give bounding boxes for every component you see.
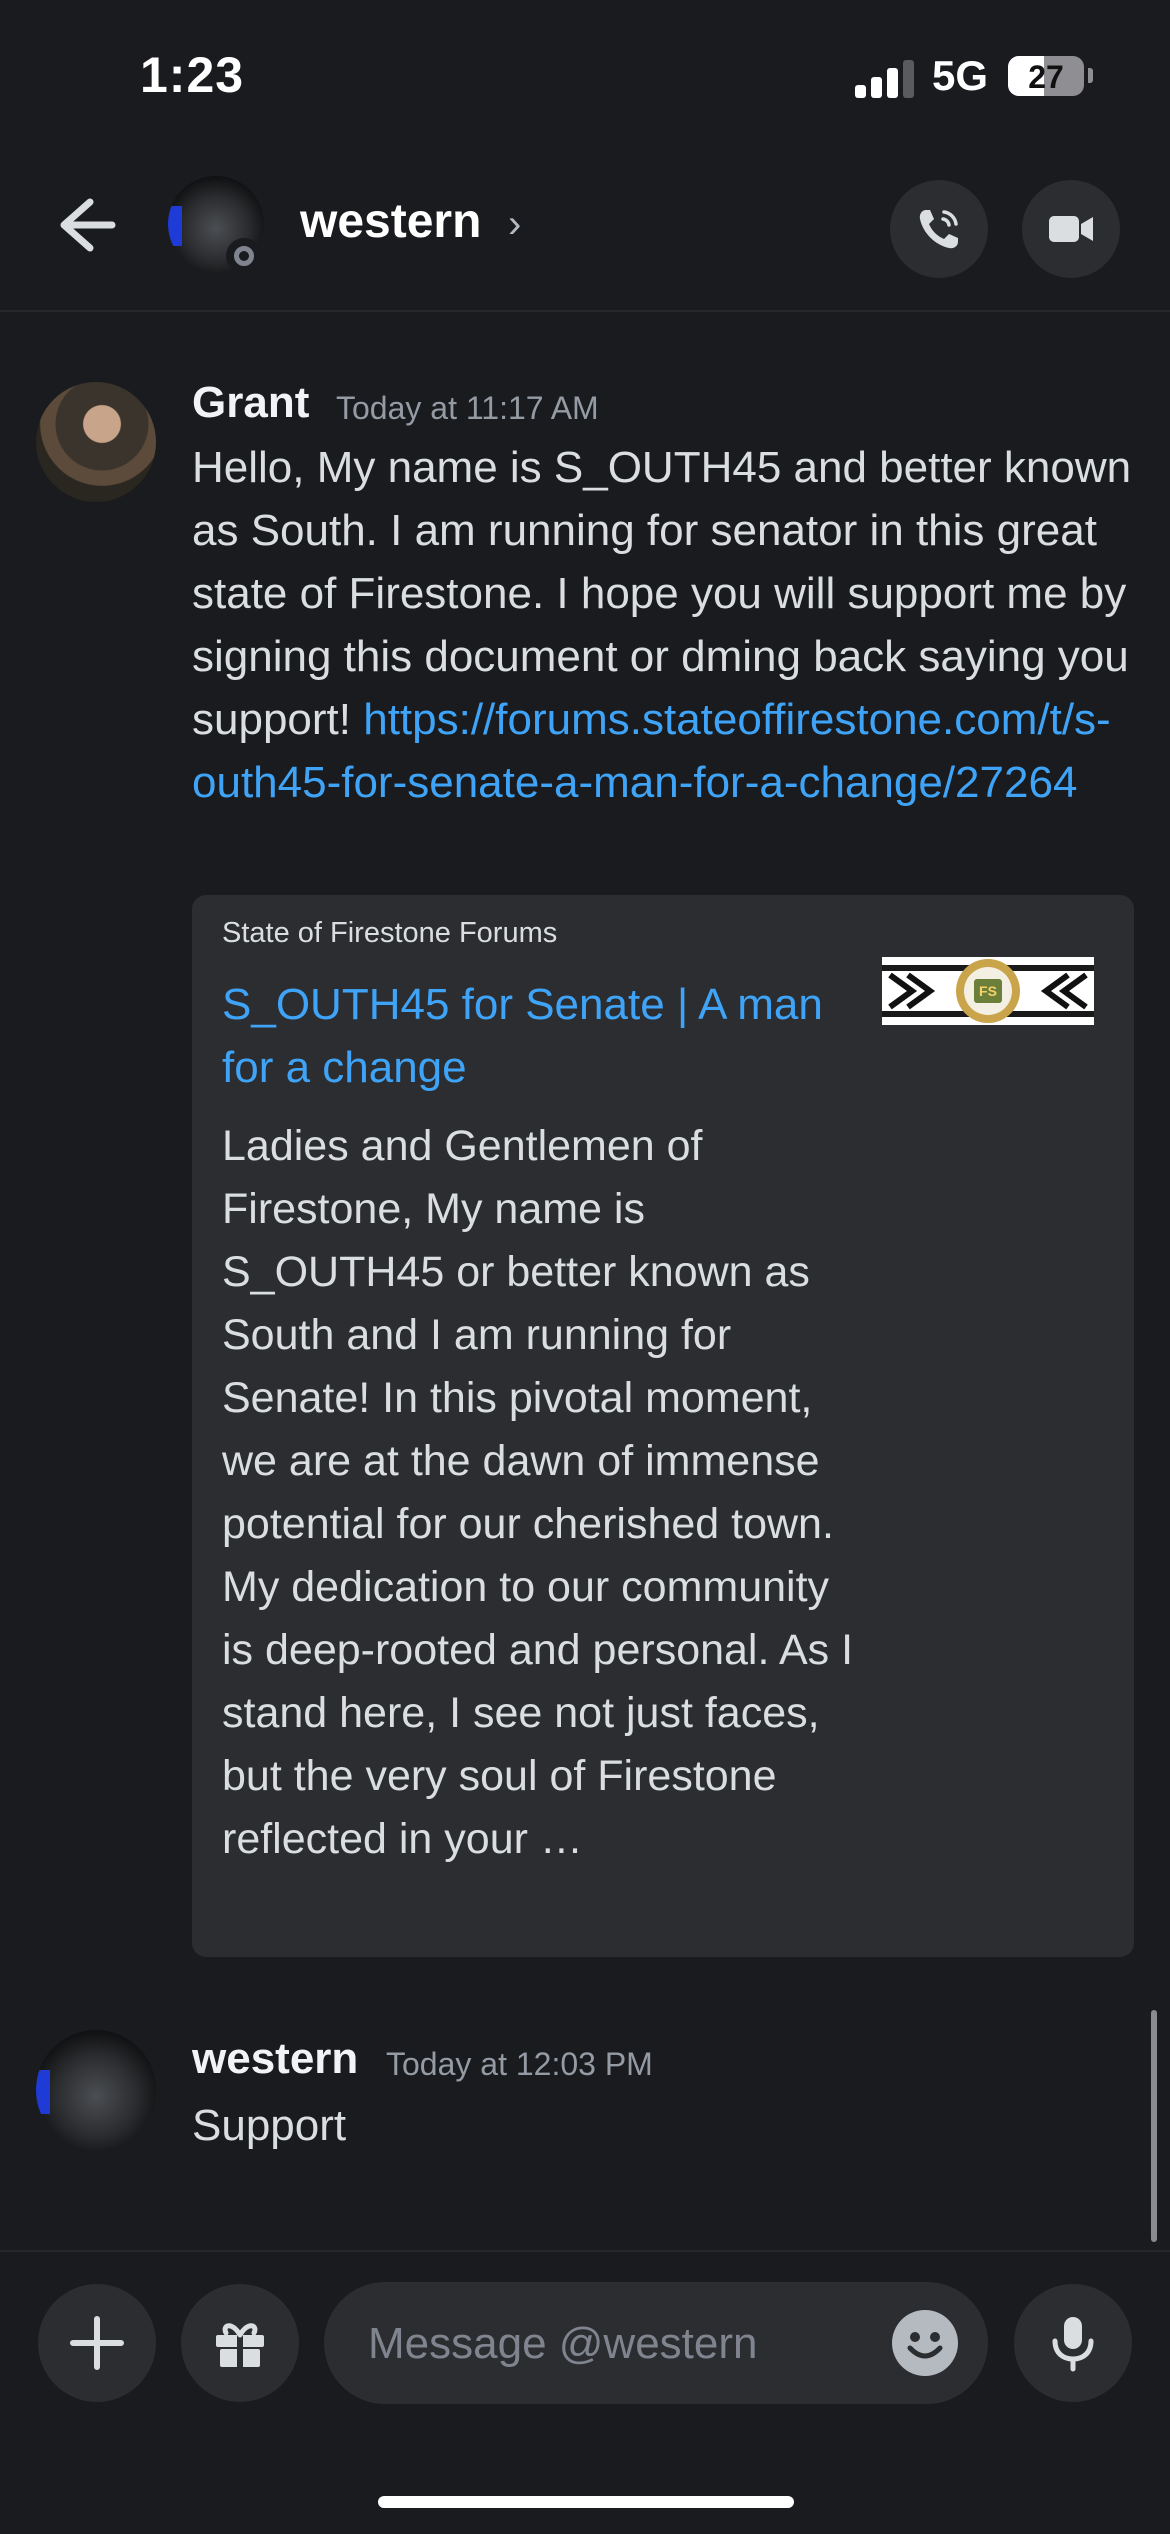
home-indicator[interactable] — [378, 2496, 794, 2508]
embed-title[interactable]: S_OUTH45 for Senate | A man for a change — [222, 973, 872, 1099]
western-avatar[interactable] — [36, 2030, 156, 2150]
message-timestamp: Today at 12:03 PM — [386, 2046, 653, 2082]
video-camera-icon — [1049, 216, 1093, 242]
voice-call-button[interactable] — [890, 180, 988, 278]
chat-scrollbar[interactable] — [1151, 2010, 1157, 2242]
offline-status-icon — [226, 238, 262, 274]
embed-thumbnail-text: FS — [979, 983, 997, 999]
network-type: 5G — [932, 52, 989, 99]
gift-icon — [216, 2323, 264, 2367]
back-arrow-icon[interactable] — [50, 190, 120, 260]
message-input[interactable] — [366, 2312, 850, 2376]
status-time: 1:23 — [140, 47, 245, 103]
battery-icon: 27 — [1008, 56, 1084, 96]
emoji-icon[interactable] — [892, 2310, 958, 2376]
phone-icon — [919, 210, 958, 249]
attach-button[interactable] — [38, 2284, 156, 2402]
cellular-signal-icon — [855, 58, 915, 98]
microphone-icon — [1052, 2317, 1094, 2372]
message-author[interactable]: western — [192, 2034, 358, 2084]
voice-message-button[interactable] — [1014, 2284, 1132, 2402]
battery-level: 27 — [1028, 59, 1064, 95]
status-bar: 1:23 5G 27 — [0, 0, 1170, 150]
message-timestamp: Today at 11:17 AM — [336, 390, 599, 426]
embed-thumbnail[interactable]: FS — [882, 957, 1094, 1025]
embed-provider[interactable]: State of Firestone Forums — [222, 917, 557, 950]
message-body: Support — [192, 2101, 347, 2150]
message-input-container[interactable] — [324, 2282, 988, 2404]
battery-cap — [1088, 68, 1093, 83]
message-author[interactable]: Grant — [192, 378, 309, 428]
header-username[interactable]: western — [300, 194, 481, 249]
embed-description: Ladies and Gentlemen of Firestone, My na… — [222, 1122, 854, 1863]
chat-header: western › — [0, 150, 1170, 312]
grant-avatar[interactable] — [36, 382, 156, 502]
video-call-button[interactable] — [1022, 180, 1120, 278]
link-embed[interactable]: State of Firestone Forums S_OUTH45 for S… — [192, 895, 1134, 1957]
gift-button[interactable] — [181, 2284, 299, 2402]
message-composer — [0, 2250, 1170, 2534]
plus-icon — [70, 2316, 124, 2370]
chevron-right-icon[interactable]: › — [508, 202, 521, 247]
message-body: Hello, My name is S_OUTH45 and better kn… — [192, 436, 1132, 814]
